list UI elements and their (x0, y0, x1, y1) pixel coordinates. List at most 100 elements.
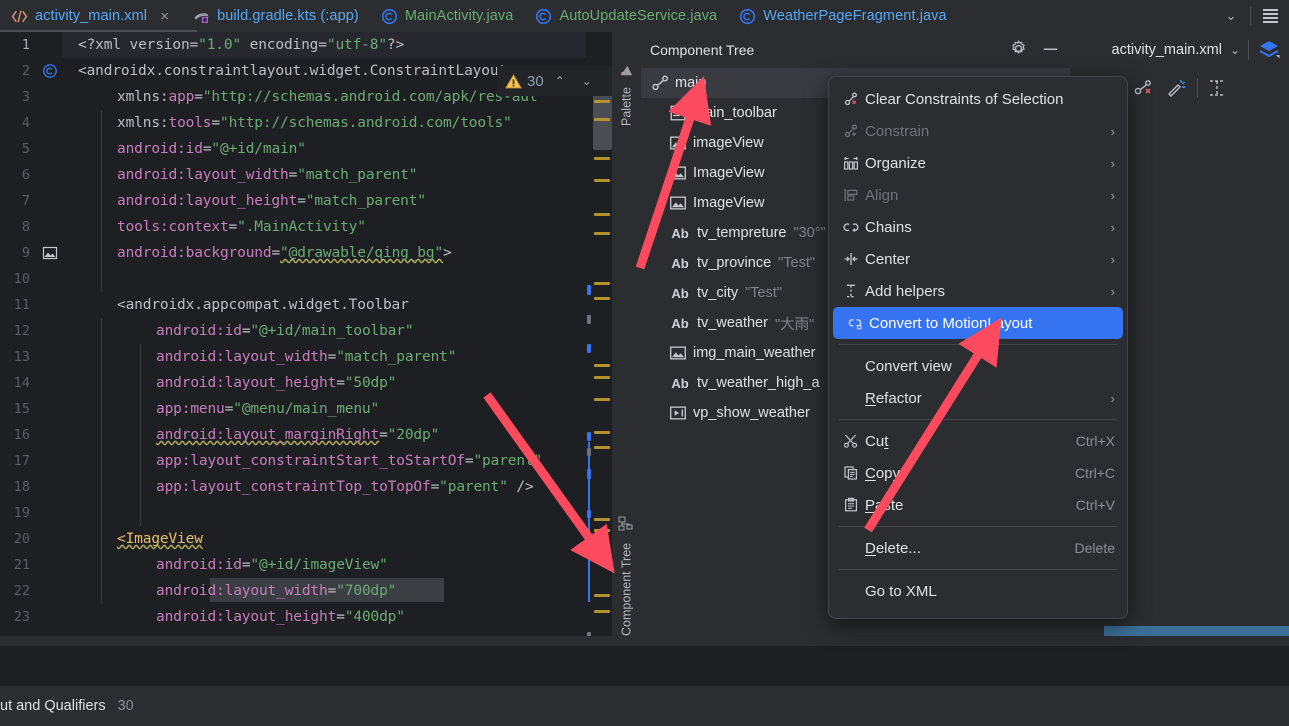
rail-palette-label: Palette (620, 87, 634, 126)
code-line-17[interactable]: app:layout_constraintStart_toStartOf="pa… (78, 448, 542, 474)
menu-item-label: Organize (865, 155, 1111, 172)
code-line-15[interactable]: app:menu="@menu/main_menu" (78, 396, 379, 422)
code-line-4[interactable]: xmlns:tools="http://schemas.android.com/… (78, 110, 512, 136)
constrain-icon (843, 123, 865, 139)
inspection-warning-badge[interactable]: 30 ⌃ ⌄ (497, 66, 612, 96)
image-preview-icon[interactable] (42, 245, 58, 261)
component-context-menu[interactable]: Clear Constraints of Selection Constrain ›… (828, 76, 1128, 619)
editor-tab-label: AutoUpdateService.java (559, 8, 717, 24)
menu-item-paste[interactable]: PasteCtrl+V (829, 489, 1127, 521)
component-tree-header: Component Tree (641, 32, 1070, 68)
editor-tab-2[interactable]: MainActivity.java (370, 0, 525, 32)
menu-item-label: Paste (865, 497, 1076, 514)
rail-tab-component-tree[interactable]: Component Tree (612, 472, 641, 642)
code-line-3[interactable]: xmlns:app="http://schemas.android.com/ap… (78, 84, 537, 110)
code-line-6[interactable]: android:layout_width="match_parent" (78, 162, 417, 188)
design-file-chevron-down-icon[interactable]: ⌄ (1230, 43, 1240, 57)
palette-icon (619, 63, 634, 78)
code-line-2[interactable]: <androidx.constraintlayout.widget.Constr… (78, 58, 533, 84)
code-editor[interactable]: 1234567891011121314151617181920212223 <?… (0, 32, 612, 636)
menu-item-delete[interactable]: Delete...Delete (829, 532, 1127, 564)
code-line-21[interactable]: android:id="@+id/imageView" (78, 552, 388, 578)
rail-tab-palette[interactable]: Palette (612, 40, 641, 132)
menu-item-copy[interactable]: CopyCtrl+C (829, 457, 1127, 489)
gutter-line-14: 14 (0, 370, 62, 396)
editor-caret-marker (588, 442, 590, 602)
menu-item-cut[interactable]: CutCtrl+X (829, 425, 1127, 457)
submenu-chevron-right-icon: › (1111, 188, 1115, 203)
tab-overflow-chevron-down-icon[interactable]: ⌄ (1218, 8, 1244, 24)
status-bar-label[interactable]: ut and Qualifiers (0, 698, 106, 714)
gutter-line-15: 15 (0, 396, 62, 422)
menu-item-go-to-xml[interactable]: Go to XML (829, 575, 1127, 607)
code-token: = (271, 245, 280, 261)
clear-constraints-icon (843, 91, 859, 107)
menu-item-label: Refactor (865, 390, 1111, 407)
code-token: ?> (387, 37, 404, 53)
editor-tab-4[interactable]: WeatherPageFragment.java (728, 0, 957, 32)
menu-item-chains[interactable]: Chains› (829, 211, 1127, 243)
hamburger-menu-icon[interactable] (1257, 9, 1283, 23)
gutter-line-10: 10 (0, 266, 62, 292)
editor-tab-3[interactable]: AutoUpdateService.java (524, 0, 728, 32)
copy-icon (843, 465, 865, 481)
layers-icon[interactable] (1257, 39, 1281, 61)
copyright-icon[interactable] (42, 63, 58, 79)
clear-constraints-icon[interactable] (1133, 78, 1155, 98)
code-line-1[interactable]: <?xml version="1.0" encoding="utf-8"?> (78, 32, 404, 58)
image-view-icon (669, 344, 687, 362)
gear-icon[interactable] (1010, 40, 1027, 57)
constraint-layout-icon (651, 74, 669, 92)
gutter-line-7: 7 (0, 188, 62, 214)
code-line-20[interactable]: <ImageView (78, 526, 203, 552)
code-line-18[interactable]: app:layout_constraintTop_toTopOf="parent… (78, 474, 534, 500)
minimize-icon[interactable] (1041, 40, 1060, 57)
editor-tab-0[interactable]: activity_main.xml× (0, 0, 182, 32)
chains-icon (843, 219, 865, 235)
design-toolbar-top: activity_main.xml ⌄ (1070, 32, 1289, 68)
component-tree-icon (619, 516, 635, 532)
menu-item-refactor[interactable]: Refactor› (829, 382, 1127, 414)
code-token: = (190, 37, 199, 53)
editor-marker-gutter[interactable] (586, 32, 612, 636)
editor-tab-1[interactable]: build.gradle.kts (:app) (182, 0, 370, 32)
text-view-icon: Ab (669, 316, 691, 331)
code-line-22[interactable]: android:layout_width="700dp" (78, 578, 396, 604)
code-line-9[interactable]: android:background="@drawable/qing_bg"> (78, 240, 452, 266)
line-number: 23 (14, 604, 30, 630)
menu-item-label: Align (865, 187, 1111, 204)
code-line-14[interactable]: android:layout_height="50dp" (78, 370, 396, 396)
gutter-line-21: 21 (0, 552, 62, 578)
menu-item-convert-view[interactable]: Convert view (829, 350, 1127, 382)
menu-item-convert-to-motionlayout[interactable]: Convert to MotionLayout (833, 307, 1123, 339)
prev-warning-chevron-up-icon[interactable]: ⌃ (549, 74, 571, 88)
code-line-7[interactable]: android:layout_height="match_parent" (78, 188, 426, 214)
tab-close-icon[interactable]: × (158, 9, 171, 24)
line-number: 3 (22, 84, 30, 110)
status-bar: ut and Qualifiers 30 (0, 686, 1289, 726)
menu-item-label: Constrain (865, 123, 1111, 140)
gradle-file-icon (193, 8, 210, 25)
code-token: /> (508, 479, 534, 495)
code-token: "1.0" (198, 37, 241, 53)
code-line-5[interactable]: android:id="@+id/main" (78, 136, 306, 162)
menu-item-organize[interactable]: Organize› (829, 147, 1127, 179)
menu-item-label: Clear Constraints of Selection (865, 91, 1115, 108)
menu-item-clear-constraints-of-selection[interactable]: Clear Constraints of Selection (829, 83, 1127, 115)
code-line-12[interactable]: android:id="@+id/main_toolbar" (78, 318, 413, 344)
magic-wand-icon[interactable] (1165, 78, 1187, 98)
code-token: "400dp" (345, 609, 405, 625)
code-token: "match_parent" (336, 349, 456, 365)
next-warning-chevron-down-icon[interactable]: ⌄ (576, 74, 598, 88)
menu-item-center[interactable]: Center› (829, 243, 1127, 275)
editor-code-area[interactable]: <?xml version="1.0" encoding="utf-8"?><a… (62, 32, 612, 636)
code-line-11[interactable]: <androidx.appcompat.widget.Toolbar (78, 292, 409, 318)
menu-item-add-helpers[interactable]: Add helpers› (829, 275, 1127, 307)
code-line-23[interactable]: android:layout_height="400dp" (78, 604, 405, 630)
code-line-8[interactable]: tools:context=".MainActivity" (78, 214, 366, 240)
line-number: 12 (14, 318, 30, 344)
gutter-line-17: 17 (0, 448, 62, 474)
code-line-13[interactable]: android:layout_width="match_parent" (78, 344, 456, 370)
code-line-16[interactable]: android:layout_marginRight="20dp" (78, 422, 439, 448)
guidelines-icon[interactable] (1208, 78, 1226, 98)
